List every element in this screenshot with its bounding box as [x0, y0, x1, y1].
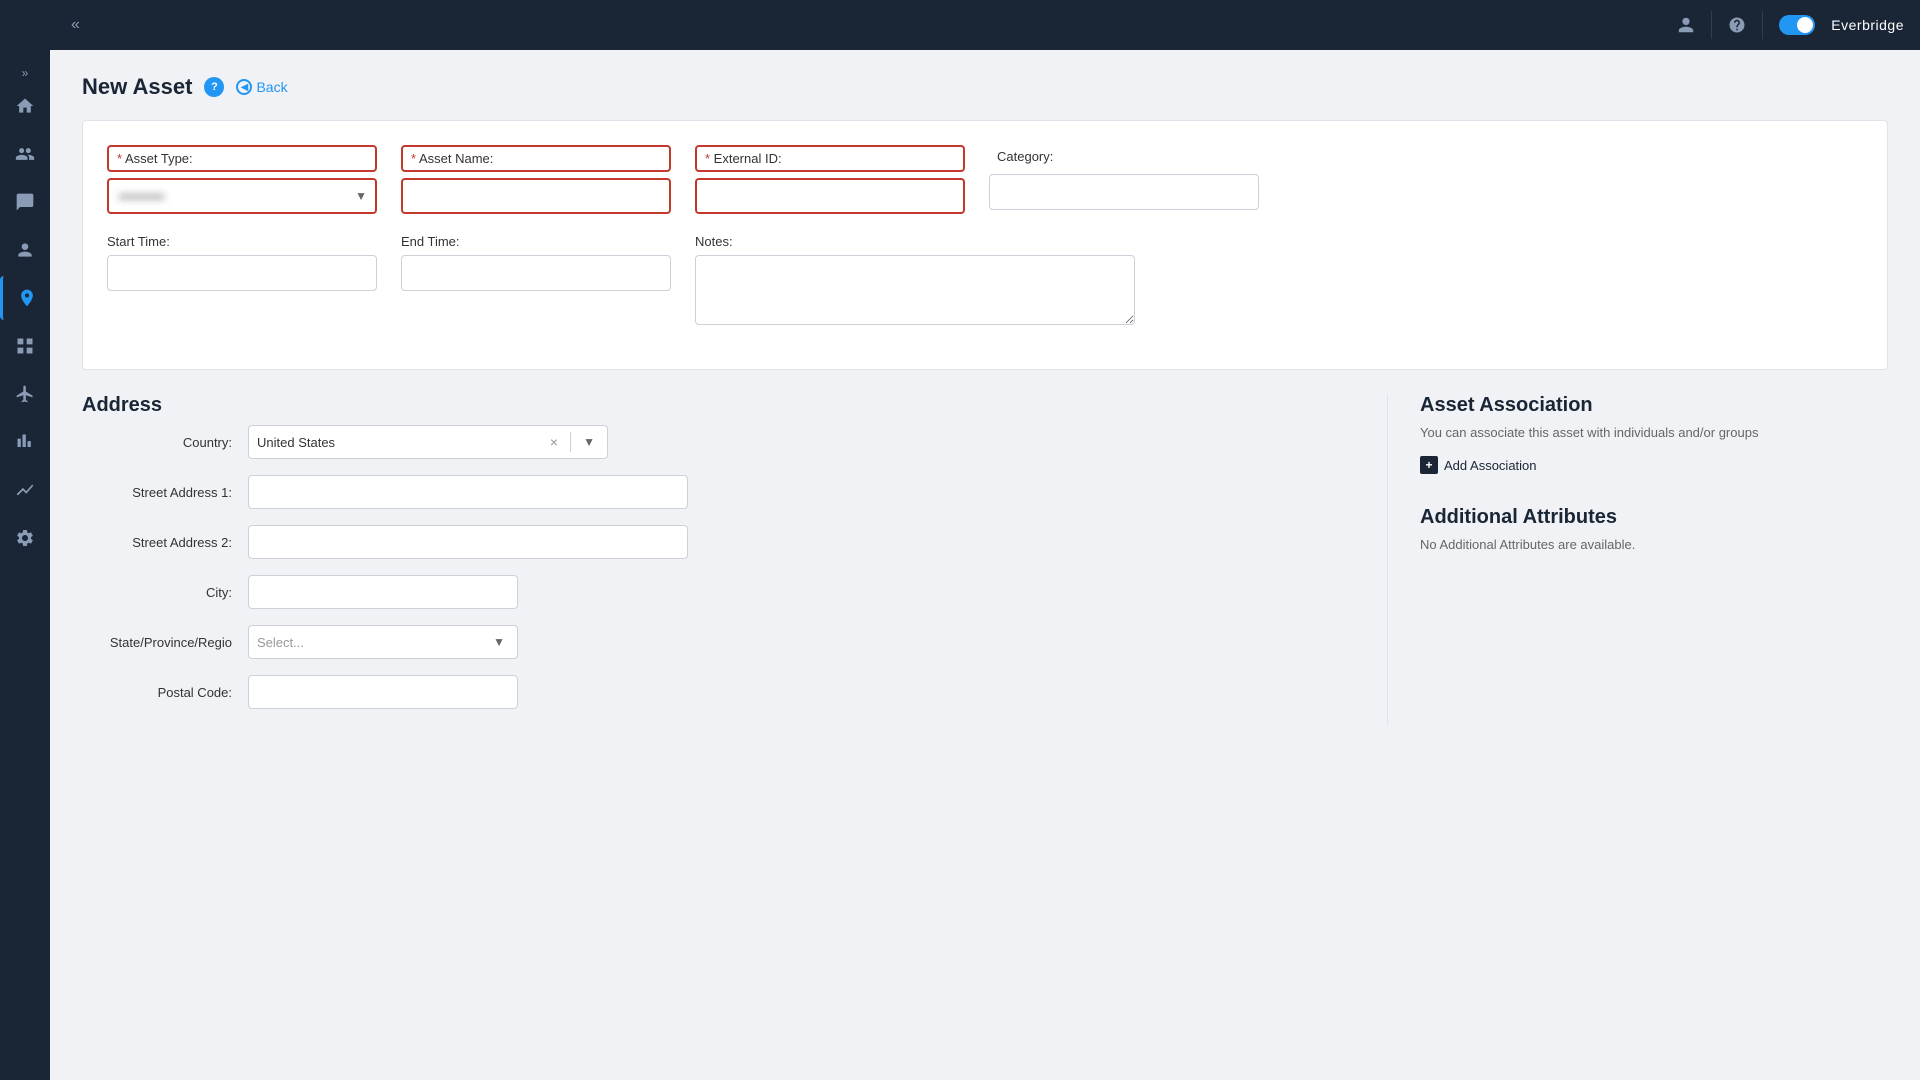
collapse-sidebar-icon[interactable]: « [71, 16, 80, 34]
start-time-field: Start Time: [107, 234, 377, 325]
start-time-input[interactable] [107, 255, 377, 291]
postal-label: Postal Code: [82, 685, 232, 700]
notes-label: Notes: [695, 234, 1135, 249]
sidebar: » [0, 0, 50, 1080]
sidebar-item-people[interactable] [0, 132, 50, 176]
street2-input[interactable] [248, 525, 688, 559]
asset-name-field: Asset Name: [401, 145, 671, 214]
page-title: New Asset [82, 74, 192, 100]
country-row: Country: United States × ▼ [82, 425, 1363, 459]
sidebar-item-flight[interactable] [0, 372, 50, 416]
sidebar-item-home[interactable] [0, 84, 50, 128]
category-input[interactable] [989, 174, 1259, 210]
country-label: Country: [82, 435, 232, 450]
topbar-sep-1 [1711, 11, 1712, 39]
street1-label: Street Address 1: [82, 485, 232, 500]
state-placeholder: Select... [257, 635, 485, 650]
asset-type-label: Asset Type: [107, 145, 377, 172]
time-fields-row: Start Time: End Time: Notes: [107, 234, 1863, 325]
back-arrow-icon: ◀ [236, 79, 252, 95]
postal-input[interactable] [248, 675, 518, 709]
required-fields-row: Asset Type: •••••••••• ▼ Asset Name: Ext… [107, 145, 1863, 214]
expand-icon[interactable]: » [22, 66, 29, 80]
add-association-label: Add Association [1444, 458, 1537, 473]
street2-row: Street Address 2: [82, 525, 1363, 559]
country-dropdown-icon[interactable]: ▼ [579, 433, 599, 451]
asset-form-card: Asset Type: •••••••••• ▼ Asset Name: Ext… [82, 120, 1888, 370]
user-icon[interactable] [1677, 16, 1695, 34]
street1-row: Street Address 1: [82, 475, 1363, 509]
select-divider [570, 432, 571, 452]
city-row: City: [82, 575, 1363, 609]
bottom-section: Address Country: United States × ▼ Stree… [82, 394, 1888, 725]
add-icon: + [1420, 456, 1438, 474]
asset-association-subtitle: You can associate this asset with indivi… [1420, 425, 1888, 440]
clear-country-icon[interactable]: × [546, 432, 562, 452]
sidebar-item-analytics[interactable] [0, 420, 50, 464]
back-button[interactable]: ◀ Back [236, 79, 287, 95]
asset-name-label: Asset Name: [401, 145, 671, 172]
state-row: State/Province/Regio Select... ▼ [82, 625, 1363, 659]
country-value: United States [257, 435, 542, 450]
notes-textarea[interactable] [695, 255, 1135, 325]
asset-type-select[interactable]: •••••••••• ▼ [107, 178, 377, 214]
no-attributes-message: No Additional Attributes are available. [1420, 537, 1888, 552]
external-id-input[interactable] [695, 178, 965, 214]
city-input[interactable] [248, 575, 518, 609]
external-id-field: External ID: [695, 145, 965, 214]
end-time-field: End Time: [401, 234, 671, 325]
right-section: Asset Association You can associate this… [1388, 394, 1888, 725]
country-select[interactable]: United States × ▼ [248, 425, 608, 459]
brand-label: Everbridge [1831, 17, 1904, 33]
state-dropdown-icon[interactable]: ▼ [489, 633, 509, 651]
asset-type-field: Asset Type: •••••••••• ▼ [107, 145, 377, 214]
asset-association-title: Asset Association [1420, 394, 1888, 417]
end-time-label: End Time: [401, 234, 671, 249]
address-title: Address [82, 394, 1363, 417]
page-header: New Asset ? ◀ Back [82, 74, 1888, 100]
sidebar-item-chart[interactable] [0, 468, 50, 512]
chevron-down-icon: ▼ [351, 185, 371, 207]
additional-attributes-title: Additional Attributes [1420, 506, 1888, 529]
state-label: State/Province/Regio [82, 635, 232, 650]
topbar: « Everbridge [0, 0, 1920, 50]
asset-type-value: •••••••••• [119, 189, 165, 204]
sidebar-item-location[interactable] [0, 276, 50, 320]
asset-name-input[interactable] [401, 178, 671, 214]
street2-label: Street Address 2: [82, 535, 232, 550]
main-content: New Asset ? ◀ Back Asset Type: •••••••••… [50, 50, 1920, 1080]
notes-field: Notes: [695, 234, 1135, 325]
topbar-sep-2 [1762, 11, 1763, 39]
category-field: Category: [989, 145, 1259, 214]
start-time-label: Start Time: [107, 234, 377, 249]
external-id-label: External ID: [695, 145, 965, 172]
sidebar-item-settings[interactable] [0, 516, 50, 560]
sidebar-item-alerts[interactable] [0, 180, 50, 224]
sidebar-item-matrix[interactable] [0, 324, 50, 368]
everbridge-toggle[interactable] [1779, 15, 1815, 35]
state-select[interactable]: Select... ▼ [248, 625, 518, 659]
postal-row: Postal Code: [82, 675, 1363, 709]
category-label: Category: [989, 145, 1259, 168]
sidebar-item-contacts[interactable] [0, 228, 50, 272]
end-time-input[interactable] [401, 255, 671, 291]
help-circle-icon[interactable]: ? [204, 77, 224, 97]
add-association-button[interactable]: + Add Association [1420, 456, 1888, 474]
street1-input[interactable] [248, 475, 688, 509]
help-icon[interactable] [1728, 16, 1746, 34]
city-label: City: [82, 585, 232, 600]
address-section: Address Country: United States × ▼ Stree… [82, 394, 1388, 725]
